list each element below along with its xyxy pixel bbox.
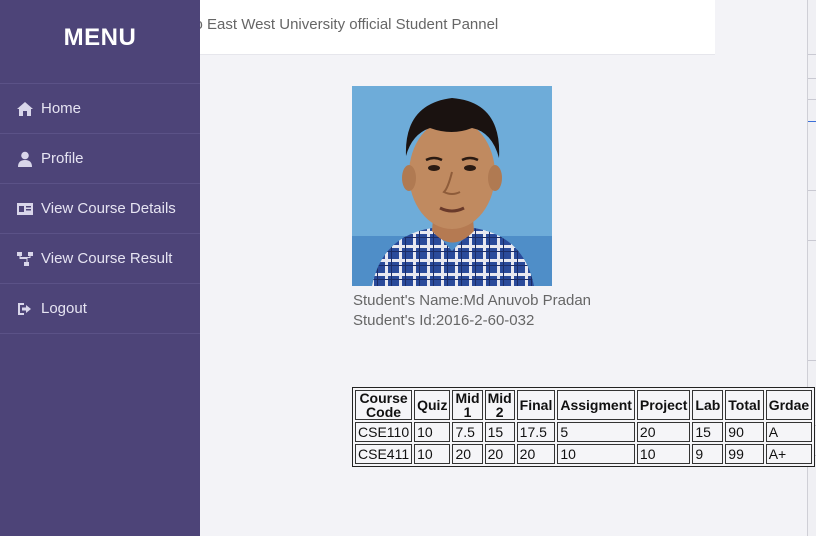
header-mid1: Mid 1 (452, 390, 483, 420)
sidebar-item-view-course-details[interactable]: View Course Details (0, 183, 200, 233)
sidebar-item-label: Logout (41, 300, 87, 317)
cell-lab: 9 (692, 444, 724, 464)
header-project: Project (636, 390, 691, 420)
student-photo (352, 86, 552, 286)
sidebar-item-logout[interactable]: Logout (0, 283, 200, 334)
cell-lab: 15 (692, 422, 724, 442)
sidebar-nav: Home Profile View Course Details View Co… (0, 83, 200, 334)
cell-final: 17.5 (516, 422, 556, 442)
header-lab: Lab (692, 390, 724, 420)
header-mid2: Mid 2 (484, 390, 515, 420)
student-info: Student's Name:Md Anuvob Pradan Student'… (353, 291, 591, 331)
table-header-row: Course Code Quiz Mid 1 Mid 2 Final Assigmen… (355, 390, 813, 420)
id-card-icon (15, 201, 35, 217)
sidebar-item-home[interactable]: Home (0, 83, 200, 133)
sidebar-item-profile[interactable]: Profile (0, 133, 200, 183)
cell-mid2: 15 (484, 422, 515, 442)
cell-project: 10 (636, 444, 691, 464)
result-table-container: Course Code Quiz Mid 1 Mid 2 Final Assigmen… (352, 387, 816, 467)
cell-assigment: 5 (557, 422, 635, 442)
header-assigment: Assigment (557, 390, 635, 420)
table-row: CSE411 10 20 20 20 10 10 9 99 A+ (355, 444, 813, 464)
banner-text: To East West University official Student… (187, 16, 499, 33)
sidebar-item-label: View Course Result (41, 250, 173, 267)
sidebar-item-view-course-result[interactable]: View Course Result (0, 233, 200, 283)
cell-grade: A (765, 422, 813, 442)
cell-project: 20 (636, 422, 691, 442)
student-id: Student's Id:2016-2-60-032 (353, 312, 535, 329)
user-icon (15, 151, 35, 167)
sidebar: MENU Home Profile View Course Details Vi… (0, 0, 200, 536)
cell-quiz: 10 (414, 422, 451, 442)
cell-mid2: 20 (484, 444, 515, 464)
cell-course-code: CSE110 (355, 422, 413, 442)
cell-grade: A+ (765, 444, 813, 464)
sidebar-item-label: Profile (41, 150, 84, 167)
cell-assigment: 10 (557, 444, 635, 464)
result-table: Course Code Quiz Mid 1 Mid 2 Final Assigmen… (353, 388, 814, 466)
cell-total: 99 (725, 444, 764, 464)
student-name: Student's Name:Md Anuvob Pradan (353, 292, 592, 309)
header-final: Final (516, 390, 556, 420)
header-quiz: Quiz (414, 390, 451, 420)
cell-quiz: 10 (414, 444, 451, 464)
cell-final: 20 (516, 444, 556, 464)
sidebar-item-label: View Course Details (41, 200, 176, 217)
sidebar-item-label: Home (41, 100, 82, 117)
cell-mid1: 20 (452, 444, 483, 464)
table-row: CSE110 10 7.5 15 17.5 5 20 15 90 A (355, 422, 813, 442)
sitemap-icon (15, 251, 35, 267)
header-total: Total (725, 390, 764, 420)
student-portrait-image (352, 86, 552, 286)
header-grade: Grdae (765, 390, 813, 420)
top-banner: To East West University official Student… (187, 0, 715, 55)
cell-mid1: 7.5 (452, 422, 483, 442)
header-course-code: Course Code (355, 390, 413, 420)
cell-total: 90 (725, 422, 764, 442)
cell-course-code: CSE411 (355, 444, 413, 464)
menu-title: MENU (63, 24, 137, 51)
sign-out-icon (15, 301, 35, 317)
home-icon (15, 101, 35, 117)
